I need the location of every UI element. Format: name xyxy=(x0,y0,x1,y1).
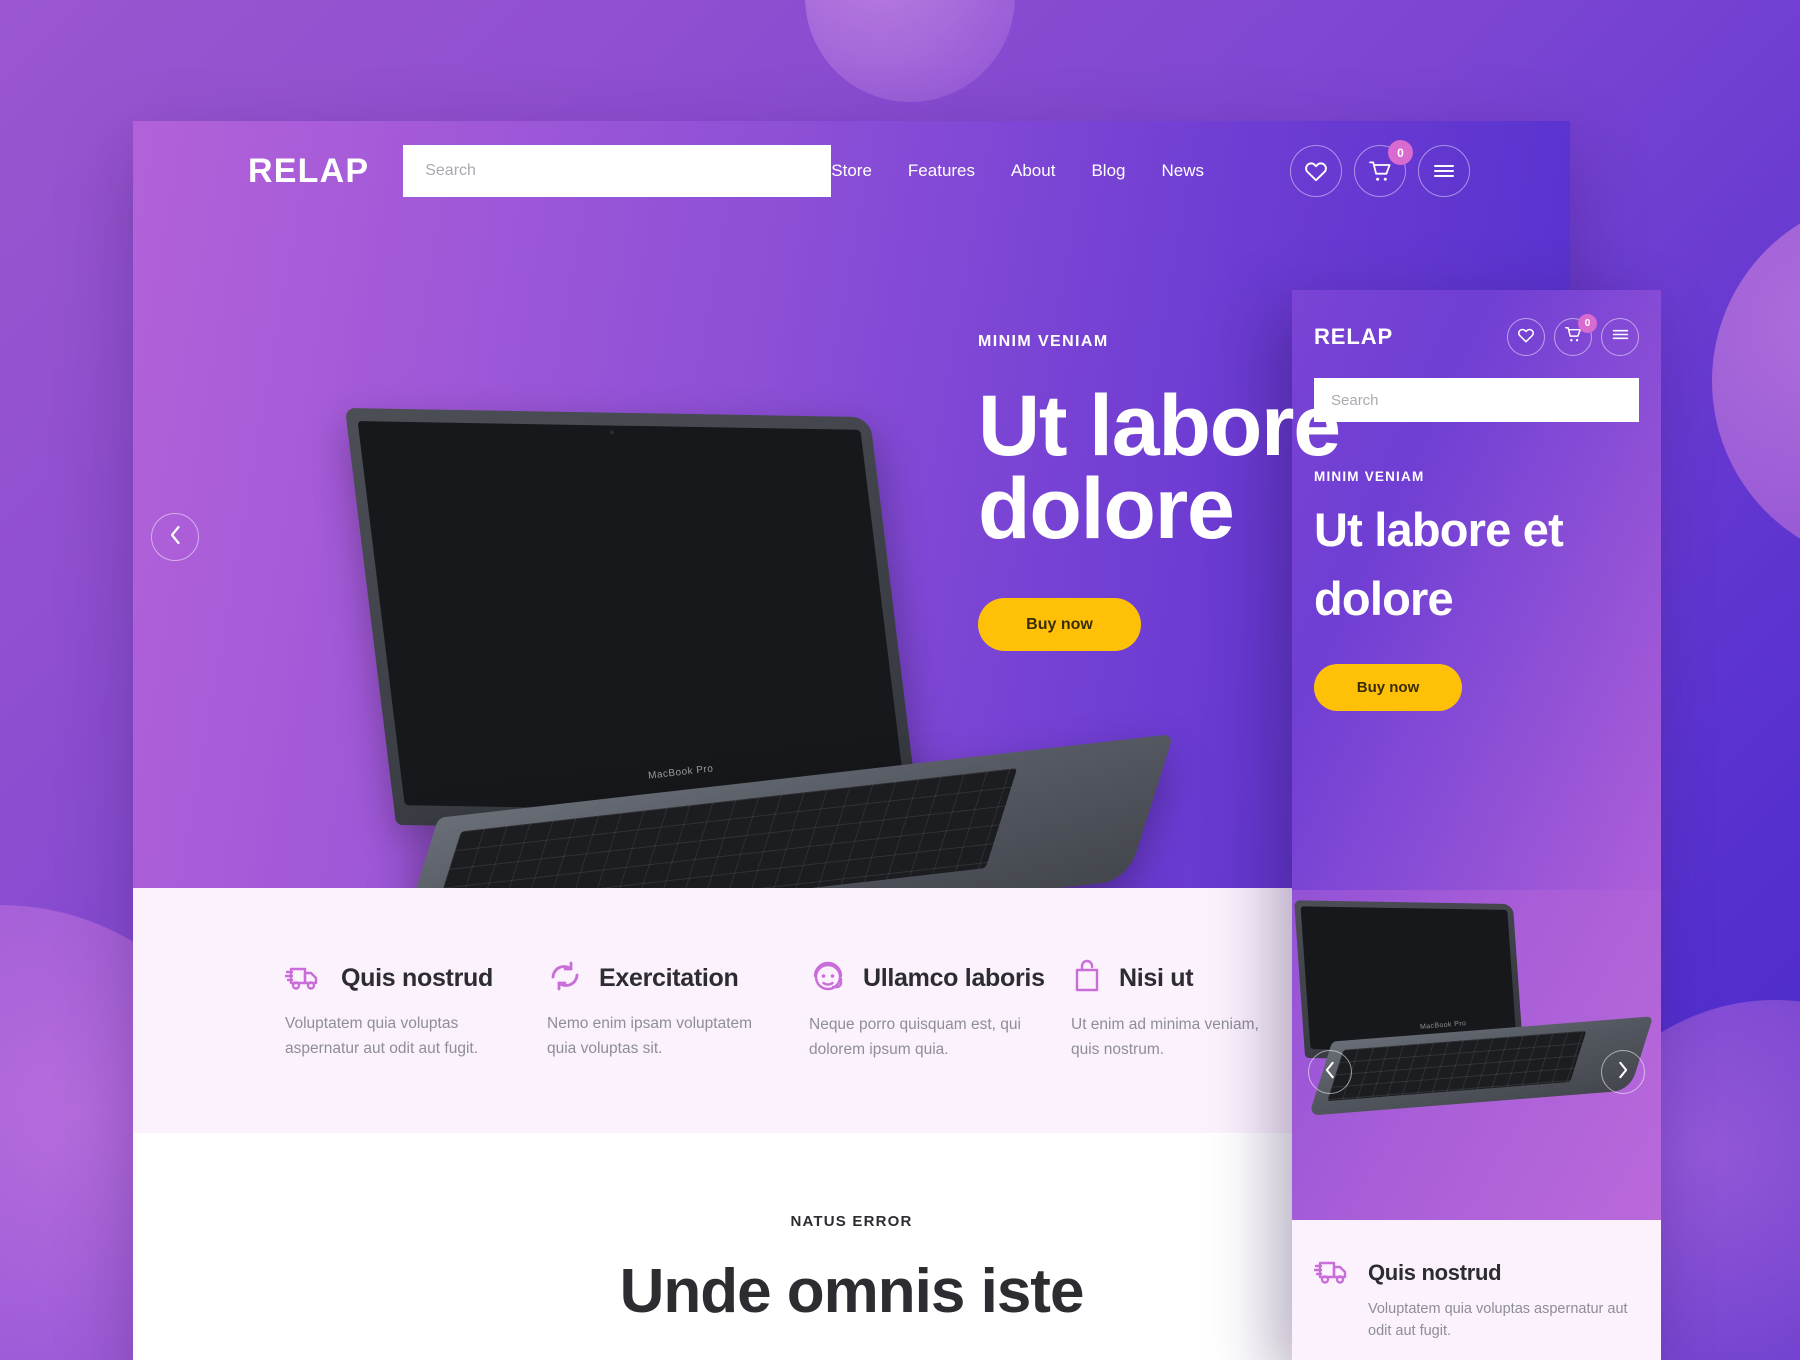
webcam-dot xyxy=(609,430,615,435)
mobile-features-section: Quis nostrud Voluptatem quia voluptas as… xyxy=(1292,1220,1661,1360)
feature-title: Exercitation xyxy=(599,963,739,992)
feature-heading: Quis nostrud xyxy=(284,960,547,997)
feature-description: Neque porro quisquam est, qui dolorem ip… xyxy=(809,1015,1021,1058)
mobile-feature-title: Quis nostrud xyxy=(1368,1259,1502,1285)
delivery-truck-icon xyxy=(1313,1254,1354,1291)
desktop-header: RELAP Store Features About Blog News xyxy=(133,121,1570,221)
chevron-left-icon xyxy=(1324,1061,1336,1084)
cart-icon xyxy=(1368,160,1393,183)
mobile-laptop-keyboard xyxy=(1326,1030,1587,1102)
header-icon-group: 0 xyxy=(1290,140,1470,197)
decorative-circle-top xyxy=(805,0,1015,102)
search-input[interactable] xyxy=(403,145,832,197)
feature-title: Quis nostrud xyxy=(341,963,493,992)
mobile-feature-description: Voluptatem quia voluptas aspernatur aut … xyxy=(1368,1301,1628,1340)
wishlist-button[interactable] xyxy=(1290,145,1342,197)
hero-title-line-2: dolore xyxy=(978,460,1235,557)
feature-heading: Exercitation xyxy=(547,960,809,997)
mobile-carousel-prev-button[interactable] xyxy=(1308,1050,1352,1094)
delivery-truck-icon xyxy=(284,960,325,997)
nav-item-about[interactable]: About xyxy=(1011,161,1055,181)
cart-button[interactable]: 0 xyxy=(1354,140,1413,197)
brand-logo[interactable]: RELAP xyxy=(248,152,369,191)
hero-title-line-1: Ut labore xyxy=(978,378,1341,474)
nav-item-store[interactable]: Store xyxy=(831,161,872,181)
feature-item-quis-nostrud: Quis nostrud Voluptatem quia voluptas as… xyxy=(284,960,547,1062)
cart-count-badge: 0 xyxy=(1388,140,1413,165)
hamburger-menu-icon xyxy=(1433,163,1455,179)
mobile-feature-item-quis-nostrud: Quis nostrud Voluptatem quia voluptas as… xyxy=(1313,1254,1639,1343)
menu-button[interactable] xyxy=(1418,145,1470,197)
nav-item-features[interactable]: Features xyxy=(908,161,975,181)
carousel-prev-button[interactable] xyxy=(151,513,199,561)
mobile-feature-heading: Quis nostrud xyxy=(1313,1254,1639,1291)
heart-icon xyxy=(1304,160,1328,182)
shopping-bag-icon xyxy=(1071,959,1103,998)
feature-description: Ut enim ad minima veniam, quis nostrum. xyxy=(1071,1015,1259,1058)
mobile-cart-count-badge: 0 xyxy=(1578,314,1597,333)
hamburger-menu-icon xyxy=(1612,328,1629,346)
page-backdrop: RELAP Store Features About Blog News xyxy=(0,0,1800,1360)
feature-item-exercitation: Exercitation Nemo enim ipsam voluptatem … xyxy=(547,960,809,1062)
buy-now-button[interactable]: Buy now xyxy=(978,598,1141,652)
mobile-cart-button[interactable]: 0 xyxy=(1554,314,1597,356)
refresh-exchange-icon xyxy=(547,960,583,997)
feature-title: Nisi ut xyxy=(1119,963,1194,992)
laptop-screen xyxy=(357,421,908,814)
mobile-product-carousel: MacBook Pro xyxy=(1292,890,1661,1220)
main-navigation: Store Features About Blog News 0 xyxy=(831,140,1470,197)
chevron-left-icon xyxy=(169,525,182,550)
hero-eyebrow: MINIM VENIAM xyxy=(978,333,1109,350)
feature-description: Voluptatem quia voluptas aspernatur aut … xyxy=(285,1014,479,1057)
laptop-lid xyxy=(344,407,922,835)
nav-item-blog[interactable]: Blog xyxy=(1091,161,1125,181)
chevron-right-icon xyxy=(1617,1061,1629,1084)
feature-description: Nemo enim ipsam voluptatem quia voluptas… xyxy=(547,1014,753,1057)
support-headset-icon xyxy=(809,959,847,998)
mobile-menu-button[interactable] xyxy=(1601,318,1639,356)
nav-item-news[interactable]: News xyxy=(1161,161,1204,181)
feature-heading: Ullamco laboris xyxy=(809,959,1071,998)
feature-item-ullamco-laboris: Ullamco laboris Neque porro quisquam est… xyxy=(809,959,1071,1063)
mobile-buy-now-button[interactable]: Buy now xyxy=(1314,664,1462,711)
hero-copy: MINIM VENIAM Ut labore dolore Buy now xyxy=(978,333,1538,652)
decorative-circle-right xyxy=(1712,196,1800,566)
mobile-carousel-next-button[interactable] xyxy=(1601,1050,1645,1094)
feature-title: Ullamco laboris xyxy=(863,963,1045,992)
